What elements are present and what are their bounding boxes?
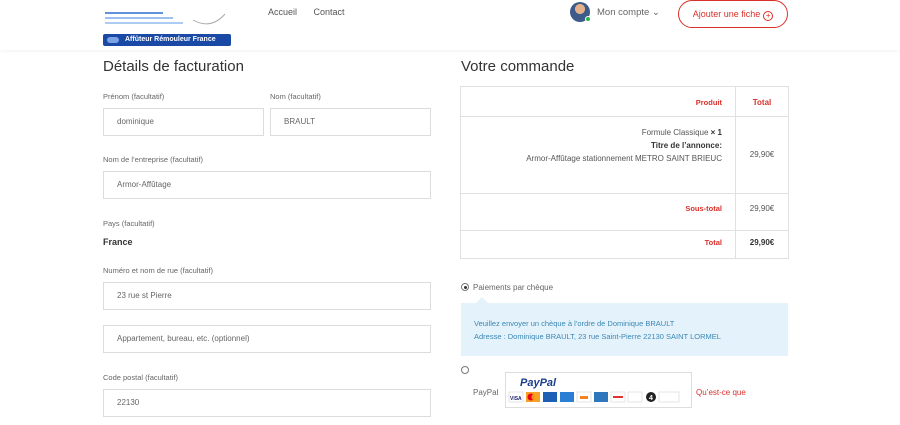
- col-product-header: Produit: [695, 98, 722, 107]
- cheque-label[interactable]: Paiements par chèque: [473, 283, 553, 292]
- total-value: 29,90€: [749, 238, 775, 247]
- account-menu[interactable]: Mon compte ⌄: [597, 7, 660, 18]
- country-value: France: [103, 237, 133, 247]
- item-meta-label: Titre de l’annonce:: [651, 141, 722, 150]
- svg-text:4: 4: [649, 395, 653, 402]
- online-status-icon: [585, 16, 591, 22]
- order-header-row: Produit Total: [461, 87, 788, 117]
- site-header: Affûteur Rémouleur France Accueil Contac…: [0, 0, 900, 50]
- plus-circle-icon: +: [763, 11, 774, 21]
- total-label: Total: [704, 238, 722, 247]
- postcode-field[interactable]: 22130: [103, 389, 431, 417]
- payment-cards-icon: PayPal VISA 4: [508, 377, 680, 403]
- total-row: Total 29,90€: [461, 231, 788, 259]
- subtotal-row: Sous-total 29,90€: [461, 194, 788, 231]
- billing-title: Détails de facturation: [103, 58, 244, 75]
- main-nav: Accueil Contact: [268, 7, 359, 17]
- add-listing-label: Ajouter une fiche: [692, 9, 761, 19]
- col-total-header: Total: [752, 98, 772, 107]
- item-name: Formule Classique: [641, 128, 709, 137]
- cheque-info-box: Veuillez envoyer un chèque à l’ordre de …: [461, 303, 788, 356]
- apartment-field[interactable]: Appartement, bureau, etc. (optionnel): [103, 325, 431, 353]
- street-label: Numéro et nom de rue (facultatif): [103, 266, 214, 275]
- item-total: 29,90€: [749, 150, 775, 159]
- first-name-label: Prénom (facultatif): [103, 92, 165, 101]
- order-title: Votre commande: [461, 58, 575, 75]
- svg-text:VISA: VISA: [510, 396, 522, 402]
- logo-lines-icon: [105, 12, 226, 25]
- last-name-field[interactable]: BRAULT: [270, 108, 431, 136]
- paypal-brand-text: PayPal: [520, 377, 557, 389]
- nav-item-contact[interactable]: Contact: [314, 7, 345, 17]
- logo-toggle-icon: [107, 37, 119, 43]
- order-item-row: Formule Classique × 1 Titre de l’annonce…: [461, 117, 788, 194]
- street-field[interactable]: 23 rue st Pierre: [103, 282, 431, 310]
- paypal-info-link[interactable]: Qu’est-ce que: [696, 388, 746, 397]
- cheque-radio[interactable]: [461, 283, 469, 291]
- subtotal-value: 29,90€: [749, 204, 775, 213]
- item-name-line: Formule Classique × 1: [642, 128, 722, 137]
- paypal-cards-logo: PayPal VISA 4: [505, 372, 692, 408]
- add-listing-button[interactable]: Ajouter une fiche +: [678, 0, 788, 28]
- cheque-info-line-2: Adresse : Dominique BRAULT, 23 rue Saint…: [474, 332, 721, 341]
- item-meta-value: Armor-Affûtage stationnement METRO SAINT…: [526, 154, 722, 163]
- postcode-label: Code postal (facultatif): [103, 373, 179, 382]
- logo-badge: Affûteur Rémouleur France: [103, 34, 231, 46]
- last-name-label: Nom (facultatif): [270, 92, 321, 101]
- site-logo[interactable]: Affûteur Rémouleur France: [103, 2, 233, 46]
- item-qty: × 1: [710, 128, 722, 137]
- cheque-info-line-1: Veuillez envoyer un chèque à l’ordre de …: [474, 319, 675, 328]
- logo-text: Affûteur Rémouleur France: [125, 36, 216, 43]
- nav-item-accueil[interactable]: Accueil: [268, 7, 297, 17]
- country-label: Pays (facultatif): [103, 219, 155, 228]
- order-table: Produit Total Formule Classique × 1 Titr…: [460, 86, 789, 259]
- paypal-radio[interactable]: [461, 366, 469, 374]
- subtotal-label: Sous-total: [685, 204, 722, 213]
- company-field[interactable]: Armor-Affûtage: [103, 171, 431, 199]
- avatar[interactable]: [570, 2, 591, 22]
- company-label: Nom de l’entreprise (facultatif): [103, 155, 204, 164]
- first-name-field[interactable]: dominique: [103, 108, 264, 136]
- paypal-label[interactable]: PayPal: [473, 388, 498, 397]
